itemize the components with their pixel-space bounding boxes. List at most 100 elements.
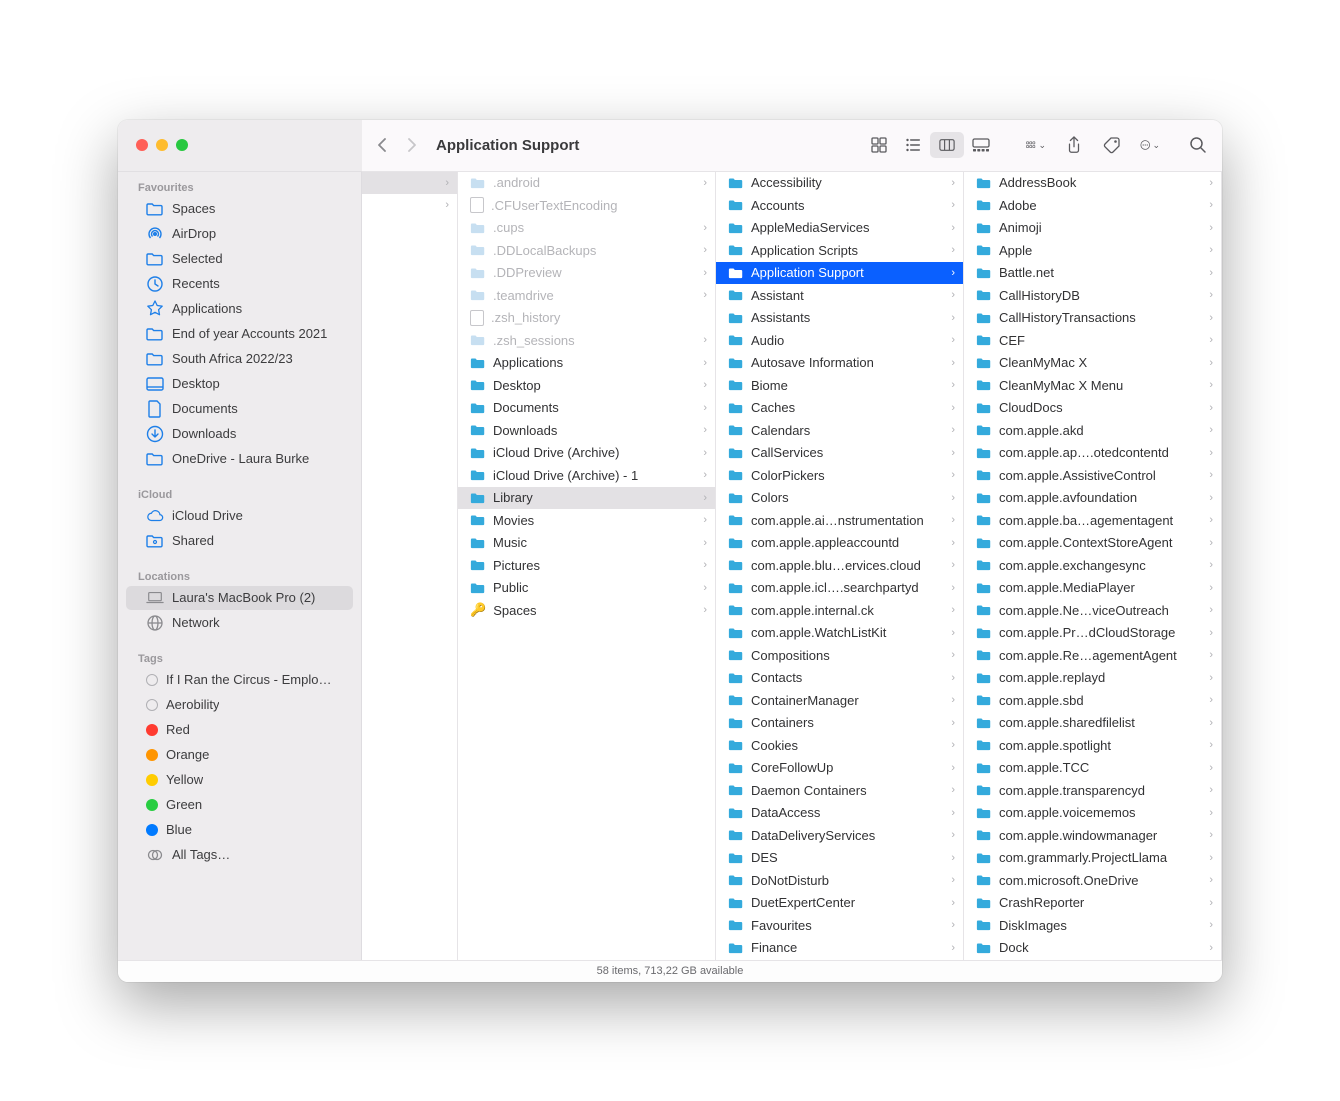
- column[interactable]: Accessibility›Accounts›AppleMediaService…: [716, 172, 964, 960]
- list-view-button[interactable]: [896, 132, 930, 158]
- file-row[interactable]: ContainerManager›: [716, 689, 963, 712]
- file-row[interactable]: com.apple.internal.ck›: [716, 599, 963, 622]
- sidebar-item[interactable]: Laura's MacBook Pro (2): [126, 586, 353, 610]
- file-row[interactable]: ›: [362, 172, 457, 195]
- file-row[interactable]: ›: [362, 194, 457, 217]
- file-row[interactable]: Contacts›: [716, 667, 963, 690]
- file-row[interactable]: AddressBook›: [964, 172, 1221, 195]
- file-row[interactable]: com.apple.sbd›: [964, 689, 1221, 712]
- file-row[interactable]: .teamdrive›: [458, 284, 715, 307]
- file-row[interactable]: Documents›: [458, 397, 715, 420]
- file-row[interactable]: com.apple.MediaPlayer›: [964, 577, 1221, 600]
- file-row[interactable]: DiskImages›: [964, 914, 1221, 937]
- file-row[interactable]: 🔑Spaces›: [458, 599, 715, 622]
- file-row[interactable]: DES›: [716, 847, 963, 870]
- sidebar-item[interactable]: Documents: [126, 397, 353, 421]
- sidebar-item[interactable]: Recents: [126, 272, 353, 296]
- file-row[interactable]: Cookies›: [716, 734, 963, 757]
- file-row[interactable]: Public›: [458, 577, 715, 600]
- file-row[interactable]: Biome›: [716, 374, 963, 397]
- column[interactable]: ››: [362, 172, 458, 960]
- file-row[interactable]: Pictures›: [458, 554, 715, 577]
- file-row[interactable]: .android›: [458, 172, 715, 195]
- file-row[interactable]: com.apple.avfoundation›: [964, 487, 1221, 510]
- sidebar-item[interactable]: Green: [126, 793, 353, 817]
- sidebar-item[interactable]: Aerobility: [126, 693, 353, 717]
- file-row[interactable]: com.apple.akd›: [964, 419, 1221, 442]
- forward-button[interactable]: [406, 137, 418, 153]
- file-row[interactable]: com.microsoft.OneDrive›: [964, 869, 1221, 892]
- file-row[interactable]: Accounts›: [716, 194, 963, 217]
- file-row[interactable]: AppleMediaServices›: [716, 217, 963, 240]
- file-row[interactable]: com.grammarly.ProjectLlama›: [964, 847, 1221, 870]
- file-row[interactable]: CallHistoryTransactions›: [964, 307, 1221, 330]
- column-view-button[interactable]: [930, 132, 964, 158]
- file-row[interactable]: com.apple.blu…ervices.cloud›: [716, 554, 963, 577]
- sidebar-item[interactable]: Network: [126, 611, 353, 635]
- file-row[interactable]: Movies›: [458, 509, 715, 532]
- file-row[interactable]: com.apple.ContextStoreAgent›: [964, 532, 1221, 555]
- sidebar[interactable]: FavouritesSpacesAirDropSelectedRecentsAp…: [118, 172, 362, 960]
- sidebar-item[interactable]: iCloud Drive: [126, 504, 353, 528]
- sidebar-item[interactable]: Orange: [126, 743, 353, 767]
- sidebar-item[interactable]: Downloads: [126, 422, 353, 446]
- file-row[interactable]: .CFUserTextEncoding: [458, 194, 715, 217]
- file-row[interactable]: com.apple.ba…agementagent›: [964, 509, 1221, 532]
- file-row[interactable]: com.apple.replayd›: [964, 667, 1221, 690]
- file-row[interactable]: .zsh_history: [458, 307, 715, 330]
- sidebar-item[interactable]: Spaces: [126, 197, 353, 221]
- sidebar-item[interactable]: Blue: [126, 818, 353, 842]
- file-row[interactable]: .zsh_sessions›: [458, 329, 715, 352]
- file-row[interactable]: Dock›: [964, 937, 1221, 960]
- file-row[interactable]: com.apple.voicememos›: [964, 802, 1221, 825]
- file-row[interactable]: Accessibility›: [716, 172, 963, 195]
- file-row[interactable]: CallServices›: [716, 442, 963, 465]
- file-row[interactable]: Compositions›: [716, 644, 963, 667]
- file-row[interactable]: .cups›: [458, 217, 715, 240]
- file-row[interactable]: Favourites›: [716, 914, 963, 937]
- file-row[interactable]: CrashReporter›: [964, 892, 1221, 915]
- file-row[interactable]: com.apple.icl….searchpartyd›: [716, 577, 963, 600]
- file-row[interactable]: com.apple.WatchListKit›: [716, 622, 963, 645]
- sidebar-item[interactable]: All Tags…: [126, 843, 353, 867]
- sidebar-item[interactable]: Shared: [126, 529, 353, 553]
- file-row[interactable]: ColorPickers›: [716, 464, 963, 487]
- file-row[interactable]: Applications›: [458, 352, 715, 375]
- file-row[interactable]: Assistants›: [716, 307, 963, 330]
- file-row[interactable]: CEF›: [964, 329, 1221, 352]
- file-row[interactable]: com.apple.ap….otedcontentd›: [964, 442, 1221, 465]
- back-button[interactable]: [376, 137, 388, 153]
- file-row[interactable]: Desktop›: [458, 374, 715, 397]
- file-row[interactable]: iCloud Drive (Archive) - 1›: [458, 464, 715, 487]
- sidebar-item[interactable]: Desktop: [126, 372, 353, 396]
- close-button[interactable]: [136, 139, 148, 151]
- file-row[interactable]: com.apple.spotlight›: [964, 734, 1221, 757]
- file-row[interactable]: Daemon Containers›: [716, 779, 963, 802]
- file-row[interactable]: Downloads›: [458, 419, 715, 442]
- sidebar-item[interactable]: Yellow: [126, 768, 353, 792]
- file-row[interactable]: com.apple.transparencyd›: [964, 779, 1221, 802]
- file-row[interactable]: com.apple.exchangesync›: [964, 554, 1221, 577]
- file-row[interactable]: DoNotDisturb›: [716, 869, 963, 892]
- action-button[interactable]: ⌄: [1140, 135, 1160, 155]
- sidebar-item[interactable]: Selected: [126, 247, 353, 271]
- file-row[interactable]: Animoji›: [964, 217, 1221, 240]
- sidebar-item[interactable]: OneDrive - Laura Burke: [126, 447, 353, 471]
- file-row[interactable]: iCloud Drive (Archive)›: [458, 442, 715, 465]
- file-row[interactable]: DuetExpertCenter›: [716, 892, 963, 915]
- zoom-button[interactable]: [176, 139, 188, 151]
- minimize-button[interactable]: [156, 139, 168, 151]
- file-row[interactable]: CallHistoryDB›: [964, 284, 1221, 307]
- file-row[interactable]: Apple›: [964, 239, 1221, 262]
- file-row[interactable]: Music›: [458, 532, 715, 555]
- file-row[interactable]: Containers›: [716, 712, 963, 735]
- sidebar-item[interactable]: AirDrop: [126, 222, 353, 246]
- tags-button[interactable]: [1102, 135, 1122, 155]
- file-row[interactable]: Battle.net›: [964, 262, 1221, 285]
- file-row[interactable]: CloudDocs›: [964, 397, 1221, 420]
- file-row[interactable]: com.apple.TCC›: [964, 757, 1221, 780]
- column[interactable]: .android›.CFUserTextEncoding.cups›.DDLoc…: [458, 172, 716, 960]
- file-row[interactable]: CleanMyMac X›: [964, 352, 1221, 375]
- file-row[interactable]: com.apple.windowmanager›: [964, 824, 1221, 847]
- file-row[interactable]: CoreFollowUp›: [716, 757, 963, 780]
